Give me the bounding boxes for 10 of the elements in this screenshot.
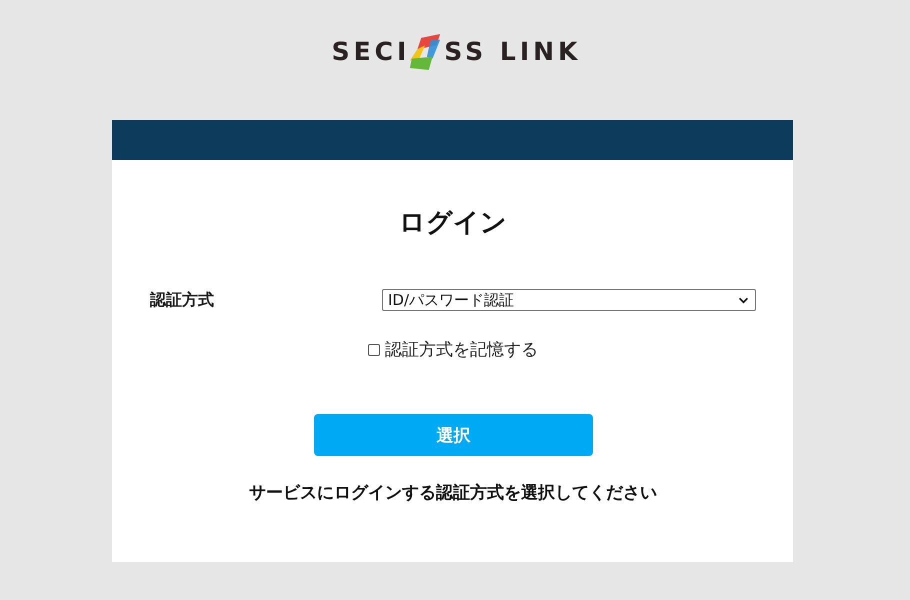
logo-text: SS LINK [444,37,582,67]
logo-text: SECI [332,37,410,67]
login-title: ログイン [399,207,507,240]
remember-label[interactable]: 認証方式を記憶する [385,339,538,361]
method-label: 認証方式 [150,289,215,311]
logo-mark-icon [408,34,442,70]
remember-checkbox[interactable] [368,344,380,356]
instruction-text: サービスにログインする認証方式を選択してください [249,482,657,504]
method-select[interactable]: ID/パスワード認証 [382,289,756,311]
chevron-down-icon [738,296,749,304]
